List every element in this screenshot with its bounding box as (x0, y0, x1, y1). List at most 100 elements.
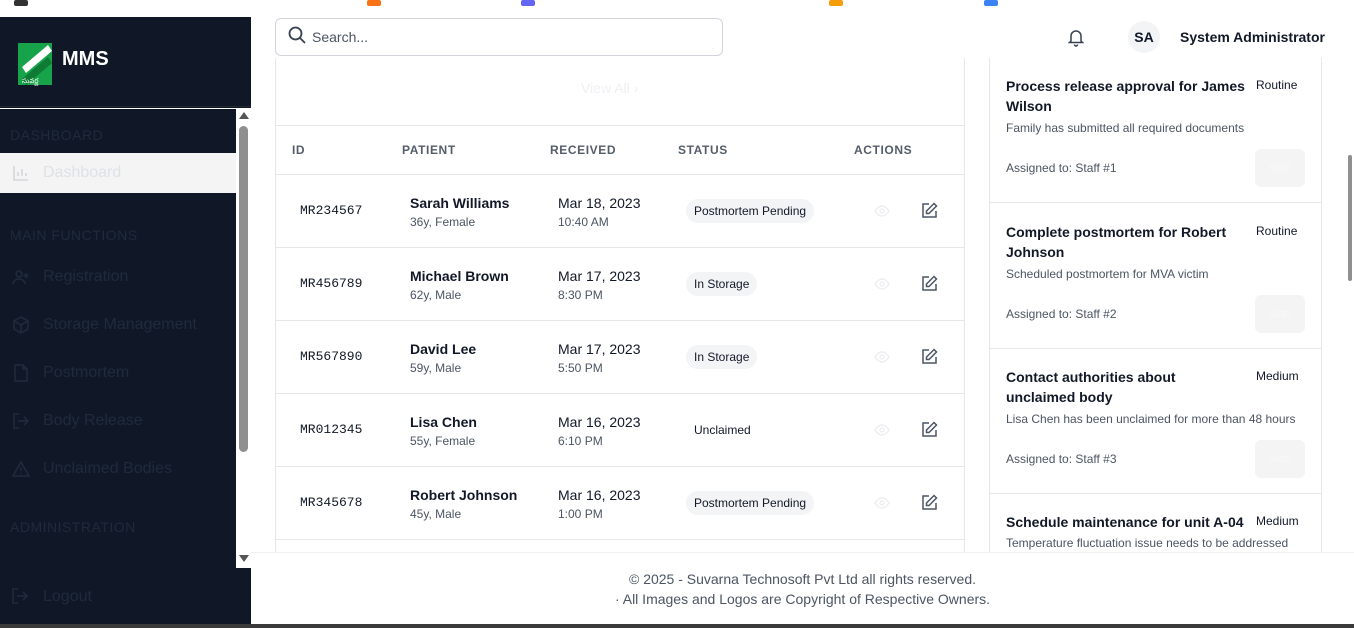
record-id: MR012345 (300, 422, 363, 437)
taskbar-edge (0, 624, 1354, 628)
copyright-notice: · All Images and Logos are Copyright of … (614, 591, 991, 607)
view-eye-icon[interactable] (874, 203, 890, 219)
records-table-card: View All › ID PATIENT RECEIVED STATUS AC… (275, 58, 965, 552)
received-time: 1:00 PM (558, 507, 603, 521)
user-name[interactable]: System Administrator (1180, 29, 1325, 45)
scrollbar-thumb[interactable] (239, 126, 248, 452)
task-priority-badge: Routine (1256, 224, 1298, 238)
view-eye-icon[interactable] (874, 276, 890, 292)
sidebar: సువర్ణ MMS DASHBOARD Dashboard MAIN FUNC… (0, 17, 251, 628)
scroll-up-arrow-icon[interactable] (239, 112, 249, 119)
app-title: MMS (62, 48, 109, 70)
page-scrollbar-thumb[interactable] (1348, 155, 1352, 281)
view-eye-icon[interactable] (874, 495, 890, 511)
user-plus-icon (11, 267, 31, 287)
table-row[interactable]: MR012345 Lisa Chen 55y, Female Mar 16, 2… (276, 394, 964, 467)
mms-logo-icon: సువర్ణ (18, 37, 54, 87)
search-input[interactable] (312, 29, 712, 45)
patient-details: 55y, Female (410, 434, 476, 448)
patient-name: Robert Johnson (410, 487, 518, 503)
browser-tab-strip (0, 0, 1354, 17)
sidebar-item-body-release[interactable]: Body Release (0, 401, 236, 441)
task-assignee: Assigned to: Staff #1 (1006, 161, 1117, 175)
task-description: Temperature fluctuation issue needs to b… (1006, 536, 1289, 550)
copyright-text: © 2025 - Suvarna Technosoft Pvt Ltd all … (628, 571, 977, 587)
browser-tab-icon (367, 0, 381, 6)
task-card: Contact authorities about unclaimed body… (990, 349, 1321, 494)
edit-icon[interactable] (921, 275, 938, 292)
view-all-link[interactable]: View All › (581, 80, 638, 96)
task-card: Complete postmortem for Robert Johnson R… (990, 204, 1321, 349)
received-time: 8:30 PM (558, 288, 603, 302)
record-id: MR567890 (300, 349, 363, 364)
log-out-icon (11, 587, 31, 607)
sidebar-item-registration[interactable]: Registration (0, 257, 236, 297)
task-title: Schedule maintenance for unit A-04 (1006, 514, 1244, 530)
table-row[interactable]: MR456789 Michael Brown 62y, Male Mar 17,… (276, 248, 964, 321)
task-title: Contact authorities about unclaimed body (1006, 369, 1176, 405)
sidebar-item-label: Body Release (43, 412, 143, 429)
column-header-actions: ACTIONS (854, 143, 913, 157)
avatar[interactable]: SA (1128, 21, 1160, 53)
task-assignee: Assigned to: Staff #2 (1006, 307, 1117, 321)
received-date: Mar 17, 2023 (558, 268, 641, 284)
svg-text:సువర్ణ: సువర్ణ (22, 77, 39, 86)
edit-icon[interactable] (921, 494, 938, 511)
record-id: MR456789 (300, 276, 363, 291)
view-eye-icon[interactable] (874, 422, 890, 438)
received-time: 10:40 AM (558, 215, 609, 229)
status-badge: Postmortem Pending (686, 199, 815, 223)
search-box[interactable] (275, 18, 723, 56)
notification-bell-icon[interactable] (1066, 27, 1086, 47)
start-task-button[interactable]: Start (1255, 295, 1305, 333)
brand[interactable]: సువర్ణ MMS (0, 17, 251, 107)
task-assignee: Assigned to: Staff #3 (1006, 452, 1117, 466)
view-eye-icon[interactable] (874, 349, 890, 365)
sidebar-item-dashboard[interactable]: Dashboard (0, 153, 236, 193)
scroll-down-arrow-icon[interactable] (239, 555, 249, 562)
column-header-received: RECEIVED (550, 143, 617, 157)
edit-icon[interactable] (921, 421, 938, 438)
patient-details: 62y, Male (410, 288, 462, 302)
task-priority-badge: Medium (1256, 514, 1299, 528)
logout-button[interactable]: Logout (11, 587, 92, 607)
patient-details: 36y, Female (410, 215, 476, 229)
patient-name: David Lee (410, 341, 477, 357)
edit-icon[interactable] (921, 348, 938, 365)
status-badge: Unclaimed (694, 423, 751, 437)
received-date: Mar 18, 2023 (558, 195, 641, 211)
received-time: 5:50 PM (558, 361, 603, 375)
task-title: Process release approval for James Wilso… (1006, 78, 1245, 114)
table-row[interactable]: MR345678 Robert Johnson 45y, Male Mar 16… (276, 467, 964, 540)
task-card: Schedule maintenance for unit A-04 Mediu… (990, 494, 1321, 552)
sidebar-item-postmortem[interactable]: Postmortem (0, 353, 236, 393)
alert-triangle-icon (11, 459, 31, 479)
status-badge: In Storage (686, 272, 758, 296)
bar-chart-icon (11, 163, 31, 183)
received-date: Mar 16, 2023 (558, 487, 641, 503)
sidebar-item-label: Dashboard (43, 164, 122, 181)
box-icon (11, 315, 31, 335)
sidebar-item-storage-management[interactable]: Storage Management (0, 305, 236, 345)
sidebar-scrollbar[interactable] (236, 108, 251, 568)
received-date: Mar 17, 2023 (558, 341, 641, 357)
table-row[interactable]: MR567890 David Lee 59y, Male Mar 17, 202… (276, 321, 964, 394)
tasks-panel: Process release approval for James Wilso… (989, 58, 1322, 552)
status-badge: In Storage (686, 345, 758, 369)
page-scrollbar[interactable] (1346, 58, 1354, 552)
log-out-icon (11, 411, 31, 431)
column-header-id: ID (292, 143, 306, 157)
patient-name: Lisa Chen (410, 414, 477, 430)
status-badge: Postmortem Pending (686, 491, 815, 515)
edit-icon[interactable] (921, 202, 938, 219)
footer: © 2025 - Suvarna Technosoft Pvt Ltd all … (251, 552, 1354, 624)
section-main-functions: MAIN FUNCTIONS (10, 227, 138, 243)
task-title: Complete postmortem for Robert Johnson (1006, 224, 1227, 260)
browser-tab-icon (521, 0, 535, 6)
record-id: MR234567 (300, 203, 363, 218)
table-row[interactable]: MR234567 Sarah Williams 36y, Female Mar … (276, 175, 964, 248)
sidebar-item-unclaimed-bodies[interactable]: Unclaimed Bodies (0, 449, 236, 489)
top-header: SA System Administrator (251, 17, 1354, 58)
start-task-button[interactable]: Start (1255, 440, 1305, 478)
start-task-button[interactable]: Start (1255, 149, 1305, 187)
